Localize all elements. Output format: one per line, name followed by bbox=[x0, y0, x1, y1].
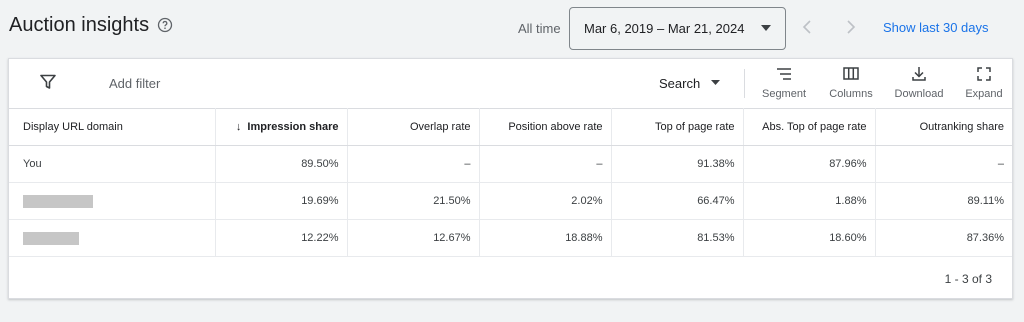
help-icon[interactable] bbox=[157, 17, 173, 33]
cell-abs-top-of-page-rate: 18.60% bbox=[743, 219, 876, 257]
cell-abs-top-of-page-rate: 1.88% bbox=[743, 182, 876, 220]
expand-button[interactable]: Expand bbox=[956, 65, 1012, 105]
chevron-down-icon bbox=[761, 25, 771, 31]
table-header-row: Display URL domain ↓ Impression share Ove… bbox=[9, 108, 1012, 146]
cell-impression-share: 89.50% bbox=[215, 145, 348, 183]
cell-domain bbox=[9, 219, 216, 257]
segment-button[interactable]: Segment bbox=[756, 65, 812, 105]
cell-outranking-share: 87.36% bbox=[875, 219, 1012, 257]
redacted-domain bbox=[23, 231, 79, 245]
download-button[interactable]: Download bbox=[891, 65, 947, 105]
cell-abs-top-of-page-rate: 87.96% bbox=[743, 145, 876, 183]
column-header-top-of-page-rate[interactable]: Top of page rate bbox=[611, 108, 744, 146]
search-dropdown[interactable]: Search bbox=[659, 76, 700, 91]
cell-top-of-page-rate: 81.53% bbox=[611, 219, 744, 257]
page-title: Auction insights bbox=[9, 14, 150, 36]
chevron-down-icon[interactable] bbox=[711, 80, 720, 85]
columns-label: Columns bbox=[829, 88, 873, 100]
toolbar-divider bbox=[744, 69, 745, 98]
filter-icon[interactable] bbox=[40, 74, 56, 90]
cell-overlap-rate: – bbox=[347, 145, 480, 183]
column-header-impression-share[interactable]: ↓ Impression share bbox=[215, 108, 348, 146]
date-range-value: Mar 6, 2019 – Mar 21, 2024 bbox=[584, 21, 745, 36]
segment-label: Segment bbox=[761, 88, 807, 100]
auction-insights-card: Add filter Search Segment Columns Downlo… bbox=[8, 58, 1013, 299]
date-range-label: All time bbox=[518, 21, 561, 36]
chevron-left-icon[interactable] bbox=[800, 19, 814, 35]
cell-outranking-share: 89.11% bbox=[875, 182, 1012, 220]
cell-impression-share: 19.69% bbox=[215, 182, 348, 220]
segment-icon bbox=[777, 68, 791, 80]
redacted-domain bbox=[23, 194, 93, 208]
column-header-overlap-rate[interactable]: Overlap rate bbox=[347, 108, 480, 146]
column-header-outranking-share[interactable]: Outranking share bbox=[875, 108, 1012, 146]
cell-overlap-rate: 12.67% bbox=[347, 219, 480, 257]
expand-label: Expand bbox=[965, 88, 1003, 100]
cell-overlap-rate: 21.50% bbox=[347, 182, 480, 220]
table-row: 12.22% 12.67% 18.88% 81.53% 18.60% 87.36… bbox=[9, 219, 1012, 257]
cell-domain: You bbox=[9, 145, 216, 183]
date-range-picker[interactable]: Mar 6, 2019 – Mar 21, 2024 bbox=[569, 7, 786, 50]
cell-position-above-rate: 2.02% bbox=[479, 182, 612, 220]
cell-top-of-page-rate: 66.47% bbox=[611, 182, 744, 220]
column-header-abs-top-of-page-rate[interactable]: Abs. Top of page rate bbox=[743, 108, 876, 146]
cell-impression-share: 12.22% bbox=[215, 219, 348, 257]
arrow-down-icon: ↓ bbox=[235, 121, 242, 133]
add-filter-button[interactable]: Add filter bbox=[109, 76, 160, 91]
column-header-position-above-rate[interactable]: Position above rate bbox=[479, 108, 612, 146]
columns-icon bbox=[843, 67, 859, 80]
cell-position-above-rate: 18.88% bbox=[479, 219, 612, 257]
column-header-label: Impression share bbox=[247, 121, 339, 133]
download-icon bbox=[912, 67, 926, 81]
download-label: Download bbox=[894, 88, 944, 100]
cell-domain bbox=[9, 182, 216, 220]
table-row: 19.69% 21.50% 2.02% 66.47% 1.88% 89.11% bbox=[9, 182, 1012, 220]
columns-button[interactable]: Columns bbox=[823, 65, 879, 105]
cell-position-above-rate: – bbox=[479, 145, 612, 183]
column-header-display-url-domain[interactable]: Display URL domain bbox=[9, 108, 216, 146]
expand-icon bbox=[977, 67, 991, 81]
show-last-30-days-link[interactable]: Show last 30 days bbox=[883, 20, 989, 35]
pagination-summary: 1 - 3 of 3 bbox=[944, 272, 992, 286]
table-row: You 89.50% – – 91.38% 87.96% – bbox=[9, 145, 1012, 183]
chevron-right-icon[interactable] bbox=[844, 19, 858, 35]
cell-outranking-share: – bbox=[875, 145, 1012, 183]
cell-top-of-page-rate: 91.38% bbox=[611, 145, 744, 183]
auction-insights-table: Display URL domain ↓ Impression share Ove… bbox=[9, 108, 1012, 257]
